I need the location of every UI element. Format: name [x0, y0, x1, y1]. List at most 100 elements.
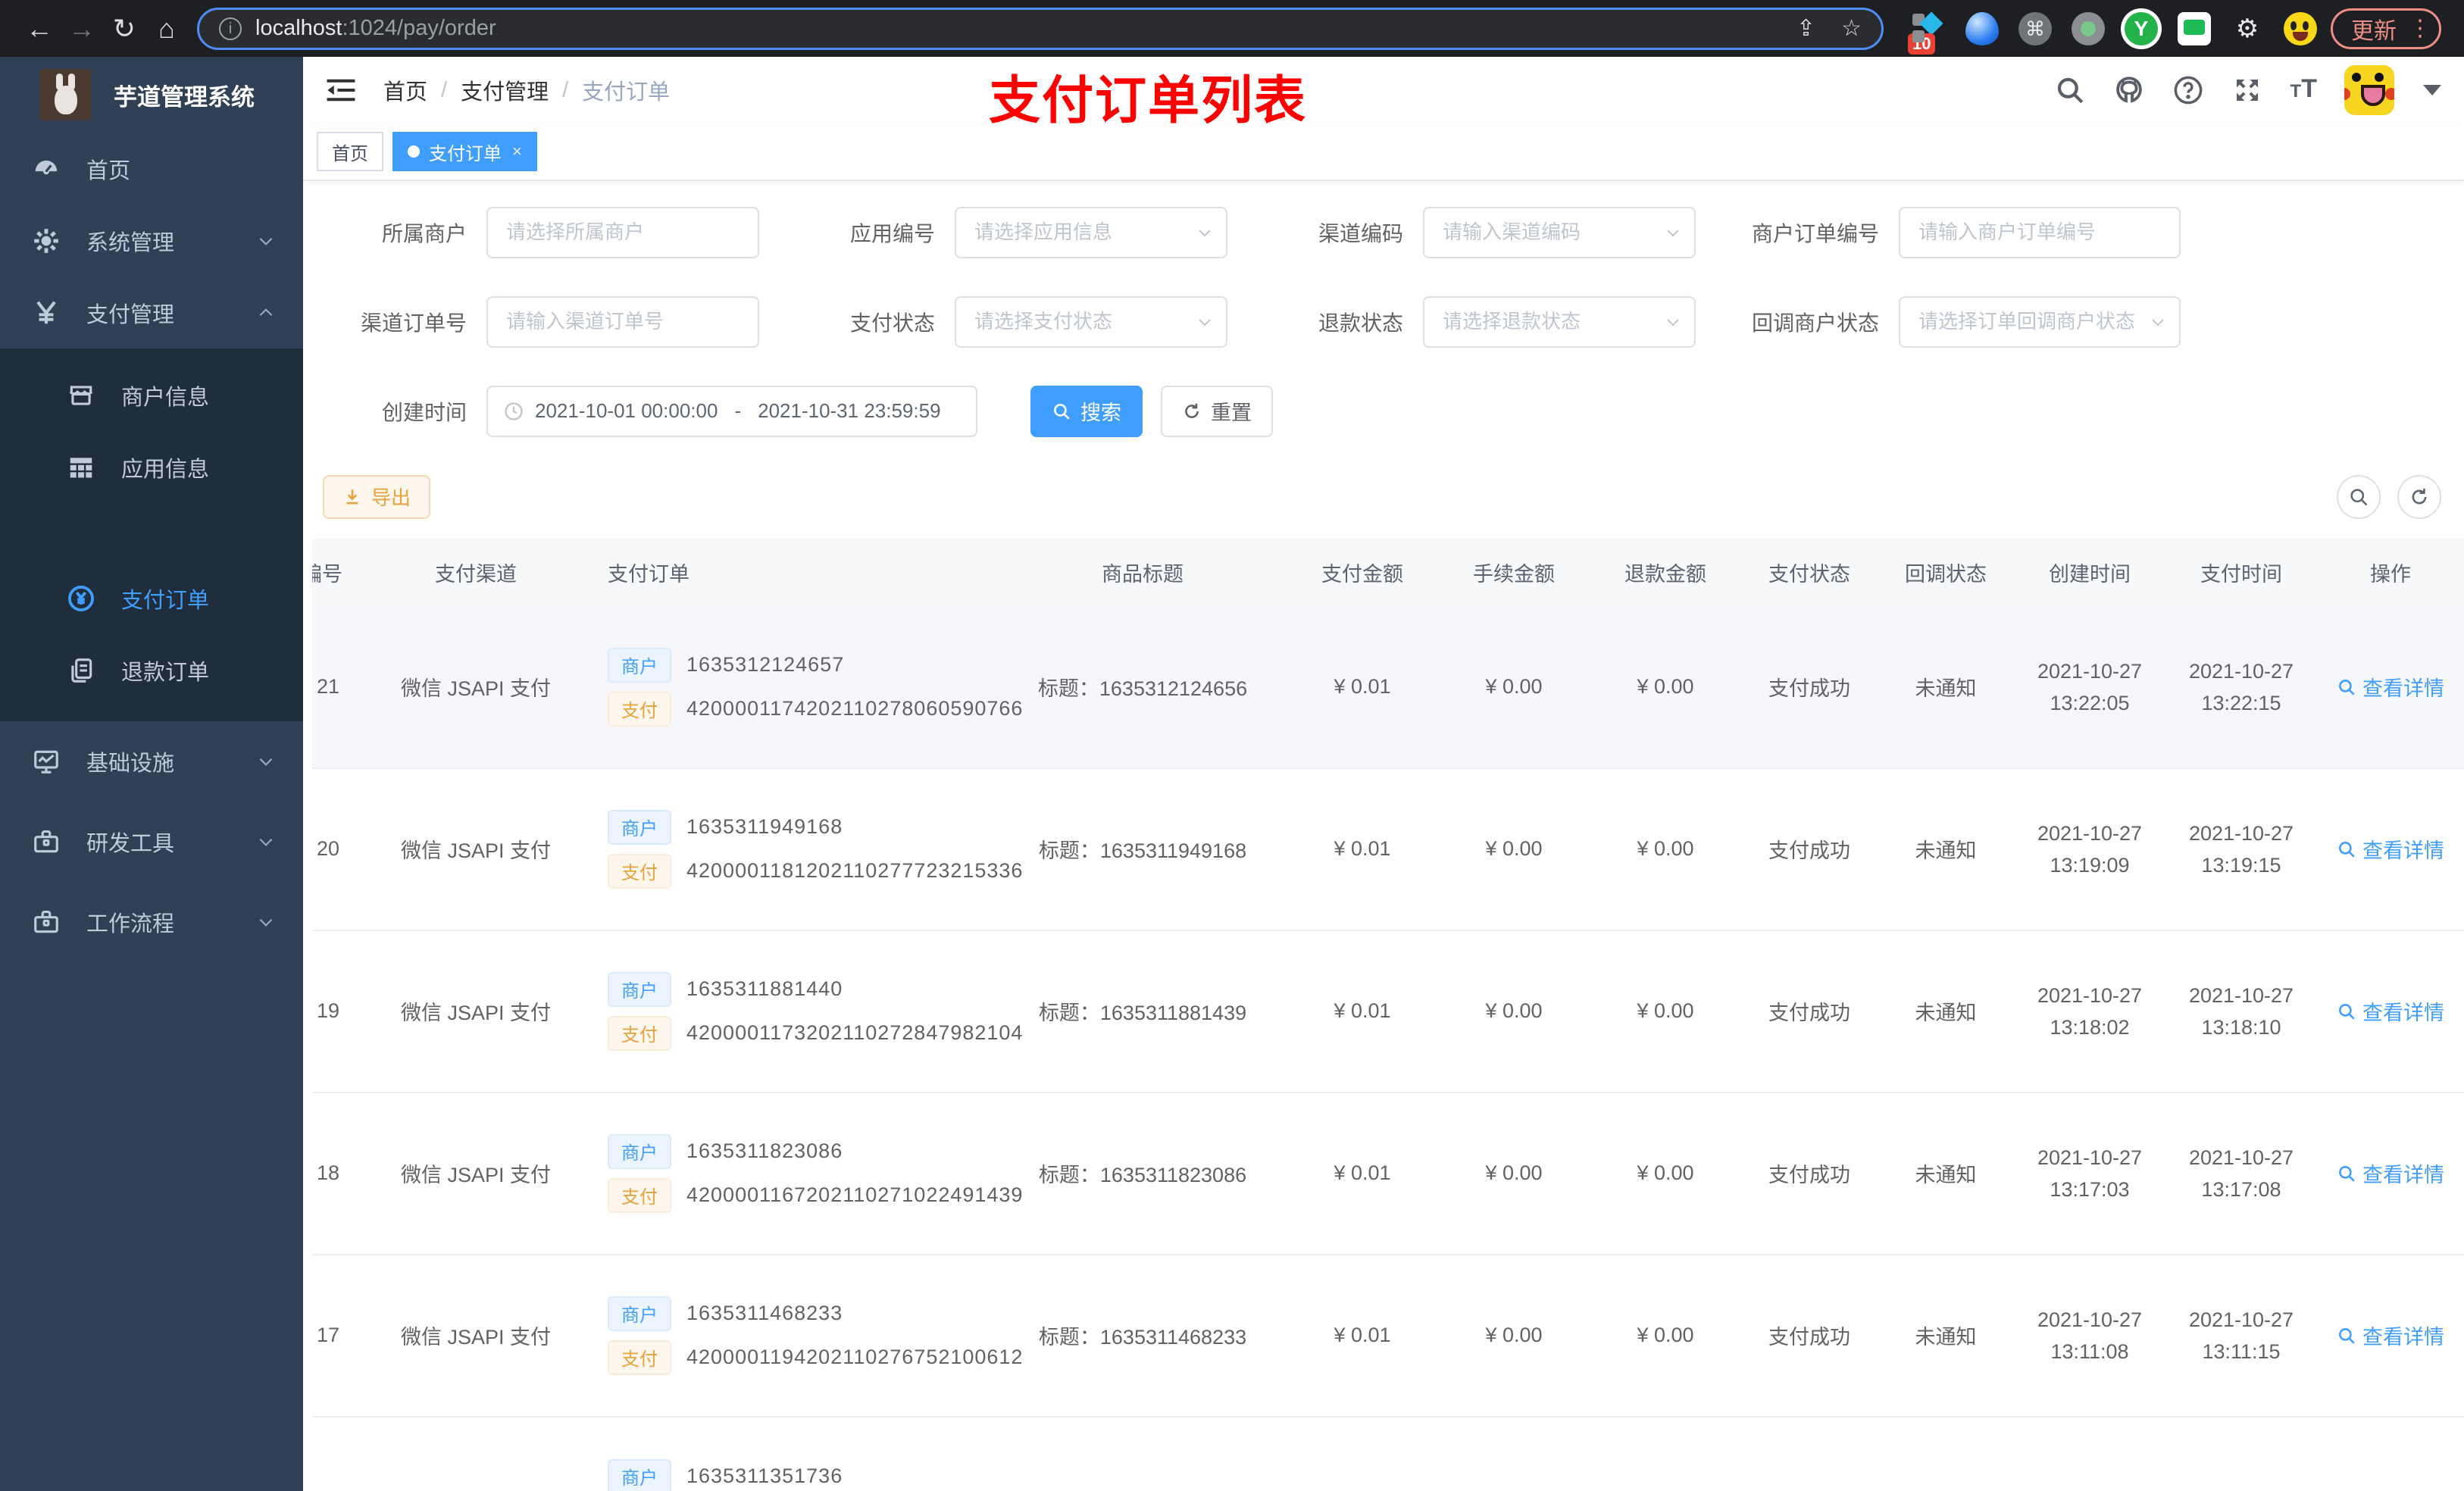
view-detail-link[interactable]: 查看详情 [2337, 672, 2444, 702]
extension-command-icon[interactable]: ⌘ [2018, 11, 2052, 45]
chevron-down-icon [1199, 230, 1211, 237]
sidebar-item-payment[interactable]: 支付管理 [0, 277, 303, 349]
sidebar-item-merchant-info[interactable]: 商户信息 [0, 359, 303, 431]
date-separator: - [734, 399, 742, 423]
breadcrumb-separator: / [441, 77, 448, 102]
toolbar-right-actions [2337, 474, 2441, 519]
refresh-table-button[interactable] [2397, 474, 2441, 519]
sidebar-item-workflow[interactable]: 工作流程 [0, 882, 303, 962]
search-button[interactable]: 搜索 [1030, 385, 1143, 437]
pay-status-select[interactable] [955, 295, 1227, 348]
sidebar-item-home[interactable]: 首页 [0, 133, 303, 205]
paid-time: 13:11:15 [2202, 1339, 2281, 1363]
col-header-id: 编号 [312, 563, 342, 586]
pay-tag: 支付 [608, 1339, 671, 1375]
pay-tag: 支付 [608, 1177, 671, 1213]
date-range-picker[interactable]: 2021-10-01 00:00:00 - 2021-10-31 23:59:5… [486, 385, 977, 437]
extension-emoji-icon[interactable] [2284, 11, 2317, 45]
extension-y-icon[interactable]: Y [2125, 11, 2158, 45]
callback-status-select[interactable] [1899, 295, 2181, 348]
filter-row-3: 创建时间 2021-10-01 00:00:00 - 2021-10-31 23… [312, 385, 2464, 437]
col-header-title: 商品标题 [1102, 563, 1184, 586]
user-avatar[interactable] [2344, 65, 2394, 116]
table-row[interactable]: 18 微信 JSAPI 支付 商户 1635311823086 支付 4200001… [312, 1093, 2464, 1255]
created-time: 13:11:08 [2050, 1339, 2129, 1363]
pay-order-icon [68, 585, 94, 611]
filter-label: 渠道订单号 [360, 311, 467, 335]
merchant-select[interactable] [486, 206, 759, 258]
tab-home[interactable]: 首页 [317, 132, 383, 172]
breadcrumb-home[interactable]: 首页 [383, 74, 427, 106]
refund-status-select[interactable] [1423, 295, 1696, 348]
pay-amount: ¥ 0.01 [1334, 1324, 1391, 1347]
search-icon[interactable] [2054, 74, 2086, 106]
paid-time: 13:17:08 [2201, 1177, 2281, 1201]
chrome-update-button[interactable]: 更新 ⋮ [2331, 8, 2441, 49]
channel-order-no-input[interactable] [486, 295, 759, 348]
site-info-icon[interactable]: i [219, 17, 242, 40]
refund-amount: ¥ 0.00 [1637, 1324, 1694, 1347]
sidebar-item-refund-order[interactable]: 退款订单 [0, 634, 303, 706]
view-detail-link[interactable]: 查看详情 [2337, 1158, 2444, 1188]
extensions-puzzle-icon[interactable]: ⚙ [2231, 12, 2264, 45]
title-prefix: 标题： [1038, 1164, 1100, 1187]
reload-icon[interactable]: ↻ [103, 0, 145, 57]
merchant-tag: 商户 [608, 809, 671, 845]
topbar: 首页 / 支付管理 / 支付订单 支付订单列表 TT [303, 57, 2464, 130]
extension-grid-icon[interactable]: 10 [1908, 11, 1946, 55]
help-icon[interactable] [2172, 74, 2204, 106]
chevron-up-icon [259, 308, 273, 316]
sidebar-item-pay-order[interactable]: 支付订单 [0, 562, 303, 634]
channel-code-select[interactable] [1423, 206, 1696, 258]
reset-button[interactable]: 重置 [1161, 385, 1273, 437]
extension-chat-icon[interactable] [2178, 11, 2211, 45]
table-row[interactable]: 17 微信 JSAPI 支付 商户 1635311468233 支付 4200001… [312, 1255, 2464, 1418]
view-detail-link[interactable]: 查看详情 [2337, 834, 2444, 864]
home-icon[interactable]: ⌂ [145, 0, 188, 57]
breadcrumb-current: 支付订单 [582, 80, 671, 105]
extension-balloon-icon[interactable] [1965, 11, 1999, 45]
breadcrumb-payment[interactable]: 支付管理 [461, 74, 549, 106]
extension-dot-icon[interactable] [2072, 11, 2105, 45]
back-icon[interactable]: ← [18, 0, 61, 57]
sidebar-item-dev-tools[interactable]: 研发工具 [0, 802, 303, 882]
forward-icon[interactable]: → [61, 0, 103, 57]
table-row[interactable]: 21 微信 JSAPI 支付 商户 1635312124657 支付 4200001… [312, 606, 2464, 769]
filter-label: 支付状态 [849, 311, 935, 335]
tab-pay-order[interactable]: 支付订单 × [392, 132, 537, 172]
pay-amount: ¥ 0.01 [1334, 675, 1391, 699]
tags-view-bar: 首页 支付订单 × [303, 123, 2464, 181]
bookmark-star-icon[interactable]: ☆ [1841, 15, 1862, 42]
view-detail-link[interactable]: 查看详情 [2337, 1321, 2444, 1350]
hide-search-button[interactable] [2337, 474, 2381, 519]
avatar-caret-icon[interactable] [2423, 85, 2441, 96]
browser-menu-kebab-icon[interactable]: ⋮ [2409, 17, 2431, 39]
fullscreen-icon[interactable] [2231, 74, 2263, 106]
sidebar-item-infrastructure[interactable]: 基础设施 [0, 721, 303, 802]
github-icon[interactable] [2113, 74, 2145, 106]
table-row[interactable]: 商户1635311351736 支付 [312, 1418, 2464, 1491]
table-row[interactable]: 20 微信 JSAPI 支付 商户 1635311949168 支付 4200001… [312, 769, 2464, 931]
callback-status: 未通知 [1915, 839, 1977, 863]
filter-refund-status: 退款状态 [1249, 295, 1696, 348]
fee-amount: ¥ 0.00 [1485, 1161, 1543, 1185]
table-row[interactable]: 19 微信 JSAPI 支付 商户 1635311881440 支付 4200001… [312, 931, 2464, 1093]
share-icon[interactable]: ⇪ [1796, 15, 1815, 42]
gear-icon [34, 228, 58, 253]
address-bar[interactable]: i localhost:1024/pay/order ⇪ ☆ [197, 7, 1884, 50]
tab-close-icon[interactable]: × [512, 142, 522, 161]
app-select[interactable] [955, 206, 1227, 258]
sidebar-collapse-icon[interactable] [326, 77, 356, 103]
col-header-status: 支付状态 [1768, 563, 1850, 586]
view-detail-link[interactable]: 查看详情 [2337, 996, 2444, 1026]
chevron-down-icon [1199, 319, 1211, 327]
filter-channel-code: 渠道编码 [1249, 206, 1696, 258]
font-size-icon[interactable]: TT [2290, 73, 2317, 108]
search-button-label: 搜索 [1080, 402, 1121, 425]
merchant-order-no-input[interactable] [1899, 206, 2181, 258]
merchant-order-no: 1635311468233 [686, 1302, 843, 1325]
export-button[interactable]: 导出 [323, 474, 431, 519]
sidebar-item-system[interactable]: 系统管理 [0, 205, 303, 277]
sidebar-item-app-info[interactable]: 应用信息 [0, 431, 303, 503]
created-time: 13:19:09 [2050, 853, 2130, 877]
